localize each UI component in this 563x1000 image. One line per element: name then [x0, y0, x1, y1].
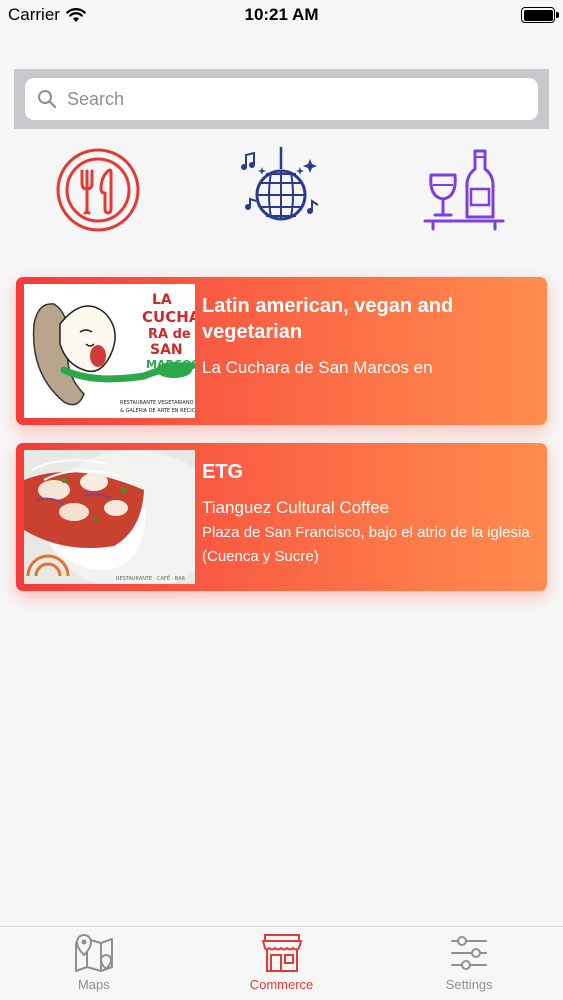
search-bar — [14, 69, 549, 129]
place-photo: RESTAURANTE · CAFÉ · BAR — [24, 450, 195, 584]
place-address: Plaza de San Francisco, bajo el atrio de… — [202, 524, 530, 565]
clock: 10:21 AM — [244, 5, 319, 24]
status-bar: Carrier 10:21 AM — [0, 0, 563, 30]
cuchara-logo-image: LA CUCHA RA de SAN MARCOS RESTAURANTE VE… — [24, 284, 195, 418]
place-subtitle: Tianguez Cultural Coffee — [202, 498, 390, 517]
category-nightlife[interactable] — [236, 145, 326, 235]
category-drinks[interactable] — [419, 145, 509, 235]
svg-text:SAN: SAN — [150, 342, 183, 358]
place-subtitle: La Cuchara de San Marcos en — [202, 358, 433, 377]
tab-settings[interactable]: Settings — [375, 927, 563, 1000]
tab-label: Maps — [77, 977, 110, 992]
ceviche-photo-image: RESTAURANTE · CAFÉ · BAR — [24, 450, 195, 584]
place-title: ETG — [202, 461, 244, 483]
tab-maps[interactable]: Maps — [0, 927, 188, 1000]
sliders-icon — [451, 936, 488, 970]
place-card[interactable]: RESTAURANTE · CAFÉ · BAR ETG Tianguez Cu… — [16, 443, 547, 591]
category-restaurants[interactable] — [53, 145, 143, 235]
svg-text:MARCOS: MARCOS — [146, 358, 195, 371]
tab-label: Commerce — [249, 977, 314, 992]
search-input[interactable] — [67, 88, 487, 110]
svg-text:CUCHA: CUCHA — [142, 308, 195, 326]
place-logo: LA CUCHA RA de SAN MARCOS RESTAURANTE VE… — [24, 284, 195, 418]
place-card[interactable]: LA CUCHA RA de SAN MARCOS RESTAURANTE VE… — [16, 277, 547, 425]
search-field[interactable] — [25, 78, 538, 120]
svg-text:RESTAURANTE · CAFÉ · BAR: RESTAURANTE · CAFÉ · BAR — [116, 574, 186, 582]
tab-label: Settings — [445, 977, 493, 992]
svg-text:& GALERIA DE ARTE EN RECICLAJE: & GALERIA DE ARTE EN RECICLAJE — [120, 408, 195, 414]
restaurant-plate-icon — [56, 148, 140, 232]
tab-bar: Maps Commerce Settings — [0, 926, 563, 1000]
battery-icon — [521, 7, 559, 23]
logo-text: LA — [152, 292, 172, 308]
svg-text:RESTAURANTE VEGETARIANO: RESTAURANTE VEGETARIANO — [120, 400, 194, 406]
storefront-icon — [261, 934, 302, 972]
place-title: Latin american, vegan and vegetarian — [202, 295, 454, 343]
wine-bottle-icon — [423, 149, 505, 231]
svg-text:RA de: RA de — [148, 327, 191, 342]
disco-ball-icon — [241, 147, 319, 221]
tab-commerce[interactable]: Commerce — [188, 927, 376, 1000]
search-icon — [38, 90, 57, 109]
map-pin-icon — [74, 933, 113, 972]
